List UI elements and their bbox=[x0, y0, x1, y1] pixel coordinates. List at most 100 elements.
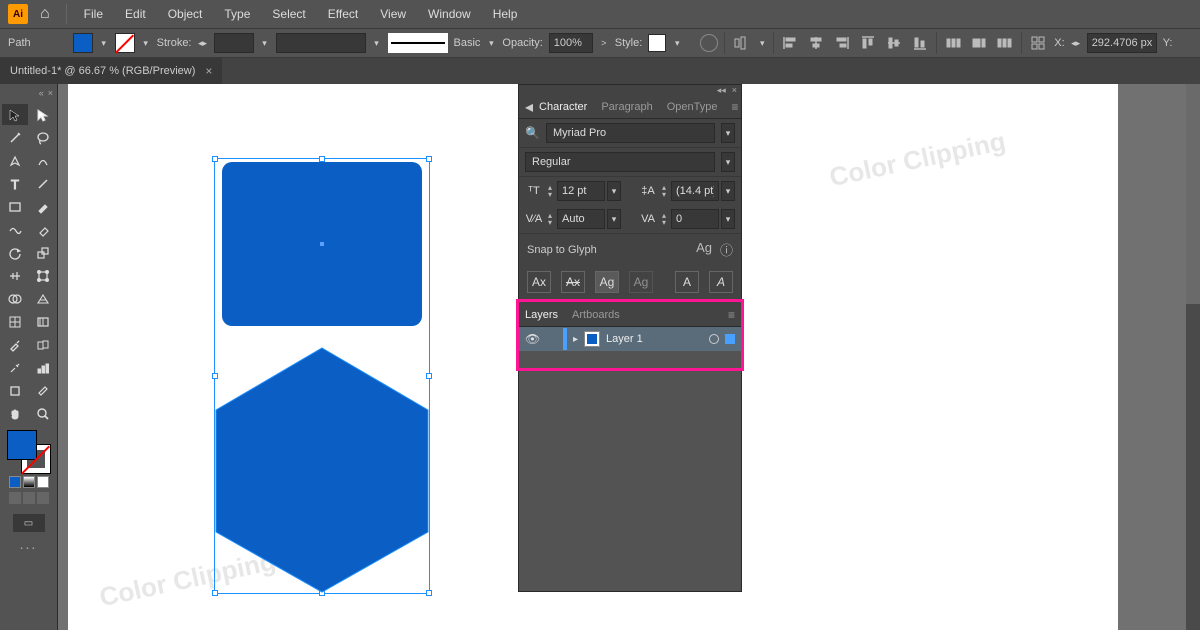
gradient-tool[interactable] bbox=[30, 311, 56, 332]
graphic-style-swatch[interactable] bbox=[648, 34, 666, 52]
selection-tool[interactable] bbox=[2, 104, 28, 125]
align-vcenter-icon[interactable] bbox=[884, 33, 904, 53]
direct-selection-tool[interactable] bbox=[30, 104, 56, 125]
vertical-scrollbar[interactable] bbox=[1186, 84, 1200, 630]
align-to-icon[interactable] bbox=[731, 33, 751, 53]
tracking-stepper-icon[interactable]: ▴▾ bbox=[659, 212, 669, 226]
blend-tool[interactable] bbox=[30, 334, 56, 355]
symbol-sprayer-tool[interactable] bbox=[2, 357, 28, 378]
panel-close-icon[interactable]: × bbox=[732, 85, 737, 95]
column-graph-tool[interactable] bbox=[30, 357, 56, 378]
opacity-input[interactable] bbox=[549, 33, 593, 53]
selection-handle[interactable] bbox=[212, 156, 218, 162]
distribute-h2-icon[interactable] bbox=[969, 33, 989, 53]
menu-object[interactable]: Object bbox=[159, 7, 212, 21]
layer-row[interactable]: 👁 ▸ Layer 1 bbox=[519, 327, 741, 351]
expand-layer-icon[interactable]: ▸ bbox=[573, 334, 578, 345]
snap-anchor-button[interactable]: A bbox=[709, 271, 733, 293]
menu-type[interactable]: Type bbox=[215, 7, 259, 21]
tab-paragraph[interactable]: Paragraph bbox=[601, 101, 652, 113]
target-icon[interactable] bbox=[709, 334, 719, 344]
tab-opentype[interactable]: OpenType bbox=[667, 101, 718, 113]
font-size-input[interactable] bbox=[557, 181, 605, 201]
align-left-icon[interactable] bbox=[780, 33, 800, 53]
fill-stroke-control[interactable] bbox=[7, 430, 51, 474]
align-dropdown-icon[interactable]: ▾ bbox=[757, 33, 767, 53]
distribute-h3-icon[interactable] bbox=[995, 33, 1015, 53]
eraser-tool[interactable] bbox=[30, 219, 56, 240]
align-hcenter-icon[interactable] bbox=[806, 33, 826, 53]
glyph-bounds-icon[interactable]: Ag bbox=[696, 240, 712, 259]
color-mode-icon[interactable] bbox=[9, 476, 21, 488]
font-family-input[interactable] bbox=[546, 123, 715, 143]
menu-select[interactable]: Select bbox=[263, 7, 314, 21]
paintbrush-tool[interactable] bbox=[30, 196, 56, 217]
layer-name[interactable]: Layer 1 bbox=[606, 333, 643, 345]
shaper-tool[interactable] bbox=[2, 219, 28, 240]
style-dropdown-icon[interactable]: ▾ bbox=[672, 33, 682, 53]
x-stepper-icon[interactable]: ◂▸ bbox=[1071, 33, 1081, 53]
menu-window[interactable]: Window bbox=[419, 7, 480, 21]
snap-glyphbounds-button[interactable]: Ag bbox=[595, 271, 619, 293]
fill-dropdown-icon[interactable]: ▾ bbox=[99, 33, 109, 53]
scale-tool[interactable] bbox=[30, 242, 56, 263]
toolbox-close-icon[interactable]: × bbox=[48, 88, 53, 102]
size-dropdown-icon[interactable]: ▾ bbox=[607, 181, 621, 201]
recolor-icon[interactable] bbox=[700, 34, 718, 52]
kerning-dropdown-icon[interactable]: ▾ bbox=[607, 209, 621, 229]
canvas-area[interactable]: Color Clipping Color Clipping ◂◂× ◂ Char… bbox=[58, 84, 1200, 630]
draw-normal-icon[interactable] bbox=[9, 492, 21, 504]
selection-handle[interactable] bbox=[426, 156, 432, 162]
stroke-swatch[interactable] bbox=[115, 33, 135, 53]
eyedropper-tool[interactable] bbox=[2, 334, 28, 355]
rounded-rectangle-shape[interactable] bbox=[222, 162, 422, 326]
snap-xheight-button[interactable]: Ax bbox=[561, 271, 585, 293]
mesh-tool[interactable] bbox=[2, 311, 28, 332]
font-style-dropdown-icon[interactable]: ▾ bbox=[721, 152, 735, 172]
menu-view[interactable]: View bbox=[371, 7, 415, 21]
panel-collapse-icon[interactable]: ◂◂ bbox=[717, 85, 726, 96]
size-stepper-icon[interactable]: ▴▾ bbox=[545, 184, 555, 198]
opacity-dropdown-icon[interactable]: > bbox=[599, 33, 609, 53]
brush-preview[interactable] bbox=[276, 33, 366, 53]
pen-tool[interactable] bbox=[2, 150, 28, 171]
stroke-stepper-icon[interactable]: ◂▸ bbox=[198, 33, 208, 53]
profile-dropdown-icon[interactable]: ▾ bbox=[486, 33, 496, 53]
leading-input[interactable] bbox=[671, 181, 719, 201]
align-bottom-icon[interactable] bbox=[910, 33, 930, 53]
none-mode-icon[interactable] bbox=[37, 476, 49, 488]
brush-dropdown-icon[interactable]: ▾ bbox=[372, 33, 382, 53]
font-search-icon[interactable]: 🔍 bbox=[525, 126, 540, 140]
menu-file[interactable]: File bbox=[75, 7, 112, 21]
rotate-tool[interactable] bbox=[2, 242, 28, 263]
tracking-dropdown-icon[interactable]: ▾ bbox=[721, 209, 735, 229]
align-top-icon[interactable] bbox=[858, 33, 878, 53]
hexagon-shape[interactable] bbox=[214, 346, 430, 594]
menu-help[interactable]: Help bbox=[484, 7, 527, 21]
zoom-tool[interactable] bbox=[30, 403, 56, 424]
snap-angular-button[interactable]: A bbox=[675, 271, 699, 293]
distribute-h1-icon[interactable] bbox=[943, 33, 963, 53]
curvature-tool[interactable] bbox=[30, 150, 56, 171]
stroke-dropdown-icon[interactable]: ▾ bbox=[141, 33, 151, 53]
width-tool[interactable] bbox=[2, 265, 28, 286]
lasso-tool[interactable] bbox=[30, 127, 56, 148]
screen-mode-button[interactable]: ▭ bbox=[13, 514, 45, 532]
artboard-tool[interactable] bbox=[2, 380, 28, 401]
fill-color[interactable] bbox=[7, 430, 37, 460]
free-transform-tool[interactable] bbox=[30, 265, 56, 286]
slice-tool[interactable] bbox=[30, 380, 56, 401]
info-icon[interactable]: ⓘ bbox=[720, 240, 733, 259]
magic-wand-tool[interactable] bbox=[2, 127, 28, 148]
snap-baseline-button[interactable]: Ax bbox=[527, 271, 551, 293]
perspective-tool[interactable] bbox=[30, 288, 56, 309]
shape-builder-tool[interactable] bbox=[2, 288, 28, 309]
stroke-weight-dropdown-icon[interactable]: ▾ bbox=[260, 33, 270, 53]
close-tab-icon[interactable]: × bbox=[205, 64, 212, 78]
leading-dropdown-icon[interactable]: ▾ bbox=[721, 181, 735, 201]
fill-swatch[interactable] bbox=[73, 33, 93, 53]
tab-layers[interactable]: Layers bbox=[525, 309, 558, 321]
kerning-stepper-icon[interactable]: ▴▾ bbox=[545, 212, 555, 226]
align-right-icon[interactable] bbox=[832, 33, 852, 53]
stroke-weight-input[interactable] bbox=[214, 33, 254, 53]
